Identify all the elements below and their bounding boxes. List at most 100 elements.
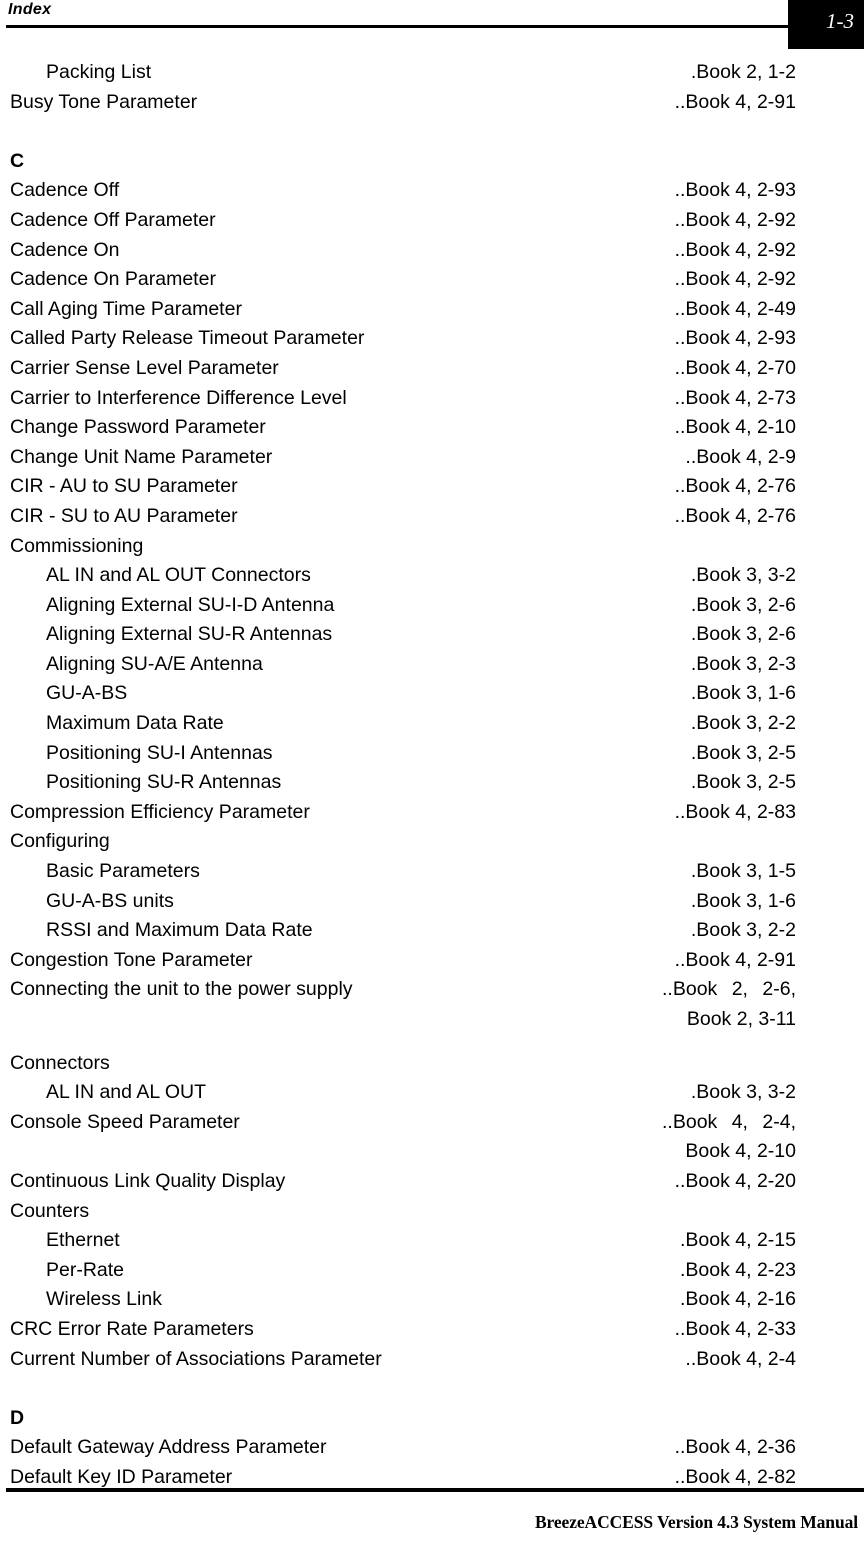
index-entry[interactable]: Positioning SU-R Antennas .Book 3, 2-5: [0, 768, 864, 798]
entry-reference[interactable]: ..Book 4, 2-9: [685, 443, 796, 473]
index-entry[interactable]: GU-A-BS units .Book 3, 1-6: [0, 887, 864, 917]
index-entry[interactable]: AL IN and AL OUT .Book 3, 3-2: [0, 1078, 864, 1108]
index-entry[interactable]: Maximum Data Rate .Book 3, 2-2: [0, 709, 864, 739]
entry-reference[interactable]: ..Book 4, 2-76: [675, 502, 796, 532]
entry-label: Console Speed Parameter: [10, 1110, 240, 1133]
entry-label: Wireless Link: [46, 1288, 162, 1311]
index-entry[interactable]: Aligning External SU-R Antennas .Book 3, …: [0, 620, 864, 650]
entry-reference[interactable]: ..Book 4, 2-92: [675, 265, 796, 295]
entry-reference[interactable]: ..Book 4, 2-91: [675, 88, 796, 118]
index-entry[interactable]: Commissioning: [0, 532, 864, 562]
entry-reference[interactable]: ..Book 4, 2-36: [675, 1433, 796, 1463]
entry-reference[interactable]: .Book 3, 2-3: [691, 650, 796, 680]
entry-reference[interactable]: ..Book 4, 2-76: [675, 472, 796, 502]
entry-reference[interactable]: ..Book 4, 2-83: [675, 798, 796, 828]
index-entry[interactable]: Continuous Link Quality Display ..Book 4,…: [0, 1167, 864, 1197]
index-entry[interactable]: Cadence Off Parameter ..Book 4, 2-92: [0, 206, 864, 236]
index-entry[interactable]: Cadence On ..Book 4, 2-92: [0, 236, 864, 266]
index-entry[interactable]: Congestion Tone Parameter ..Book 4, 2-91: [0, 946, 864, 976]
entry-reference[interactable]: ..Book 4, 2-4,: [662, 1108, 796, 1138]
entry-reference[interactable]: ..Book 4, 2-93: [675, 324, 796, 354]
entry-reference[interactable]: Book 4, 2-10: [685, 1137, 796, 1167]
entry-label: Change Password Parameter: [10, 416, 266, 439]
entry-label: Carrier Sense Level Parameter: [10, 356, 279, 379]
index-entry[interactable]: GU-A-BS .Book 3, 1-6: [0, 679, 864, 709]
index-entry[interactable]: Wireless Link .Book 4, 2-16: [0, 1285, 864, 1315]
index-entry[interactable]: Change Unit Name Parameter ..Book 4, 2-9: [0, 443, 864, 473]
index-entry[interactable]: RSSI and Maximum Data Rate .Book 3, 2-2: [0, 916, 864, 946]
index-entry[interactable]: CIR - AU to SU Parameter ..Book 4, 2-76: [0, 472, 864, 502]
entry-reference[interactable]: .Book 3, 2-5: [691, 739, 796, 769]
entry-reference[interactable]: .Book 3, 1-6: [691, 679, 796, 709]
entry-reference[interactable]: ..Book 4, 2-70: [675, 354, 796, 384]
entry-reference[interactable]: ..Book 4, 2-33: [675, 1315, 796, 1345]
entry-reference[interactable]: .Book 3, 1-6: [691, 887, 796, 917]
entry-reference[interactable]: .Book 3, 2-2: [691, 709, 796, 739]
index-entry[interactable]: AL IN and AL OUT Connectors .Book 3, 3-2: [0, 561, 864, 591]
entry-label: Aligning External SU-R Antennas: [46, 623, 333, 646]
entry-reference[interactable]: Book 2, 3-11: [687, 1005, 796, 1035]
index-entry[interactable]: Carrier to Interference Difference Level…: [0, 384, 864, 414]
entry-reference[interactable]: ..Book 4, 2-92: [675, 236, 796, 266]
index-entry[interactable]: CIR - SU to AU Parameter ..Book 4, 2-76: [0, 502, 864, 532]
index-entry[interactable]: Connectors: [0, 1049, 864, 1079]
index-entry[interactable]: Configuring: [0, 827, 864, 857]
entry-reference[interactable]: ..Book 4, 2-49: [675, 295, 796, 325]
index-entry[interactable]: Call Aging Time Parameter ..Book 4, 2-49: [0, 295, 864, 325]
entry-reference[interactable]: .Book 4, 2-23: [680, 1256, 796, 1286]
entry-label: GU-A-BS units: [46, 889, 174, 912]
index-entry[interactable]: Default Gateway Address Parameter ..Book …: [0, 1433, 864, 1463]
entry-label: Counters: [10, 1199, 90, 1222]
entry-reference[interactable]: .Book 3, 2-6: [691, 620, 796, 650]
entry-reference[interactable]: .Book 4, 2-15: [680, 1226, 796, 1256]
entry-reference[interactable]: .Book 4, 2-16: [680, 1285, 796, 1315]
entry-reference[interactable]: ..Book 4, 2-91: [675, 946, 796, 976]
index-entry[interactable]: Packing List .Book 2, 1-2: [0, 58, 864, 88]
entry-reference[interactable]: ..Book 4, 2-20: [675, 1167, 796, 1197]
entry-label: Congestion Tone Parameter: [10, 948, 253, 971]
entry-spacer: [0, 1035, 864, 1049]
index-entry[interactable]: Carrier Sense Level Parameter ..Book 4, 2…: [0, 354, 864, 384]
entry-reference[interactable]: ..Book 4, 2-93: [675, 176, 796, 206]
entry-reference[interactable]: ..Book 4, 2-92: [675, 206, 796, 236]
index-entry[interactable]: Basic Parameters .Book 3, 1-5: [0, 857, 864, 887]
entry-reference[interactable]: ..Book 4, 2-10: [675, 413, 796, 443]
index-entry[interactable]: Called Party Release Timeout Parameter..…: [0, 324, 864, 354]
index-entry[interactable]: Change Password Parameter ..Book 4, 2-10: [0, 413, 864, 443]
index-entry[interactable]: Aligning External SU-I-D Antenna .Book 3,…: [0, 591, 864, 621]
entry-label: Cadence Off Parameter: [10, 208, 216, 231]
entry-label: AL IN and AL OUT: [46, 1081, 207, 1104]
entry-reference[interactable]: .Book 3, 2-2: [691, 916, 796, 946]
index-entry[interactable]: Cadence On Parameter ..Book 4, 2-92: [0, 265, 864, 295]
running-head: Index: [8, 1, 52, 18]
index-entry[interactable]: Positioning SU-I Antennas .Book 3, 2-5: [0, 739, 864, 769]
index-letter-heading: C: [0, 147, 864, 177]
index-entry[interactable]: Per-Rate .Book 4, 2-23: [0, 1256, 864, 1286]
entry-reference[interactable]: .Book 3, 2-6: [691, 591, 796, 621]
entry-reference[interactable]: ..Book 2, 2-6,: [662, 975, 796, 1005]
index-entry[interactable]: CRC Error Rate Parameters ..Book 4, 2-33: [0, 1315, 864, 1345]
entry-reference[interactable]: .Book 2, 1-2: [689, 58, 796, 88]
entry-reference[interactable]: .Book 3, 3-2: [691, 561, 796, 591]
index-entry[interactable]: Compression Efficiency Parameter ..Book 4…: [0, 798, 864, 828]
index-entry-list: Packing List .Book 2, 1-2 Busy Tone Param…: [0, 58, 864, 1493]
index-entry[interactable]: Busy Tone Parameter ..Book 4, 2-91: [0, 88, 864, 118]
index-entry[interactable]: Connecting the unit to the power supply.…: [0, 975, 864, 1005]
entry-reference[interactable]: .Book 3, 1-5: [691, 857, 796, 887]
entry-label: Connectors: [10, 1051, 110, 1074]
index-entry[interactable]: Ethernet .Book 4, 2-15: [0, 1226, 864, 1256]
index-entry[interactable]: Aligning SU-A/E Antenna .Book 3, 2-3: [0, 650, 864, 680]
index-entry[interactable]: Cadence Off ..Book 4, 2-93: [0, 176, 864, 206]
entry-label: Carrier to Interference Difference Level: [10, 386, 347, 409]
index-entry[interactable]: Counters: [0, 1197, 864, 1227]
entry-reference[interactable]: .Book 3, 2-5: [691, 768, 796, 798]
entry-label: Continuous Link Quality Display: [10, 1169, 286, 1192]
entry-label: CRC Error Rate Parameters: [10, 1317, 254, 1340]
entry-reference[interactable]: ..Book 4, 2-73: [675, 384, 796, 414]
entry-label: Commissioning: [10, 534, 144, 557]
index-entry[interactable]: Console Speed Parameter ..Book 4, 2-4,: [0, 1108, 864, 1138]
index-entry[interactable]: Current Number of Associations Parameter…: [0, 1345, 864, 1375]
entry-reference[interactable]: .Book 3, 3-2: [691, 1078, 796, 1108]
entry-reference[interactable]: ..Book 4, 2-4: [685, 1345, 796, 1375]
